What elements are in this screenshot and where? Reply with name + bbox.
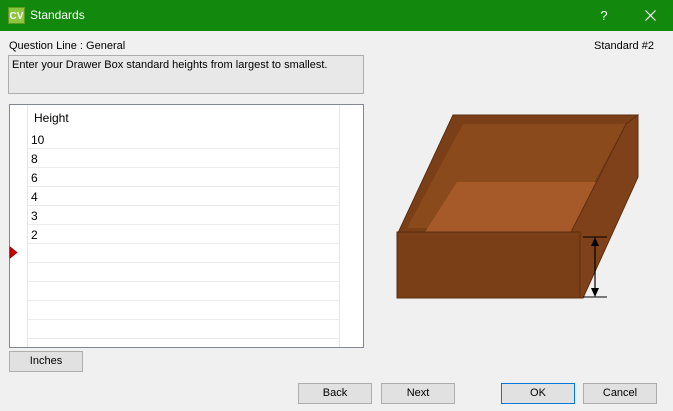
table-row[interactable]: 8 (28, 149, 339, 168)
row-header-column (10, 105, 28, 347)
close-button[interactable] (627, 0, 673, 31)
heights-grid[interactable]: Height 10 8 6 4 3 2 (9, 104, 364, 348)
help-button[interactable]: ? (582, 0, 626, 31)
cancel-button[interactable]: Cancel (583, 383, 657, 404)
grid-divider (339, 105, 340, 347)
window-title: Standards (30, 8, 85, 22)
table-row[interactable]: 10 (28, 130, 339, 149)
dimension-arrow-down (591, 288, 599, 297)
inches-button[interactable]: Inches (9, 351, 83, 372)
height-cell[interactable]: 6 (31, 171, 38, 185)
question-line-label: Question Line : General (9, 40, 126, 52)
new-row[interactable] (28, 244, 339, 263)
table-row[interactable]: 4 (28, 187, 339, 206)
drawer-box-height-diagram (396, 114, 639, 299)
next-button[interactable]: Next (381, 383, 455, 404)
height-cell[interactable]: 10 (31, 133, 44, 147)
current-row-arrow-icon (9, 246, 18, 259)
empty-row (28, 282, 339, 301)
table-row[interactable]: 3 (28, 206, 339, 225)
title-bar[interactable]: CV Standards ? (0, 0, 673, 31)
empty-row (28, 263, 339, 282)
instruction-text: Enter your Drawer Box standard heights f… (8, 55, 364, 94)
height-cell[interactable]: 8 (31, 152, 38, 166)
standard-number-label: Standard #2 (594, 40, 654, 52)
close-icon (644, 10, 656, 21)
height-cell[interactable]: 2 (31, 228, 38, 242)
drawer-front-panel (396, 231, 581, 299)
ok-button[interactable]: OK (501, 383, 575, 404)
app-icon: CV (8, 7, 25, 24)
empty-row (28, 320, 339, 339)
height-cell[interactable]: 4 (31, 190, 38, 204)
back-button[interactable]: Back (298, 383, 372, 404)
height-cell[interactable]: 3 (31, 209, 38, 223)
table-row[interactable]: 2 (28, 225, 339, 244)
empty-row (28, 301, 339, 320)
column-header-height: Height (34, 111, 69, 125)
table-row[interactable]: 6 (28, 168, 339, 187)
